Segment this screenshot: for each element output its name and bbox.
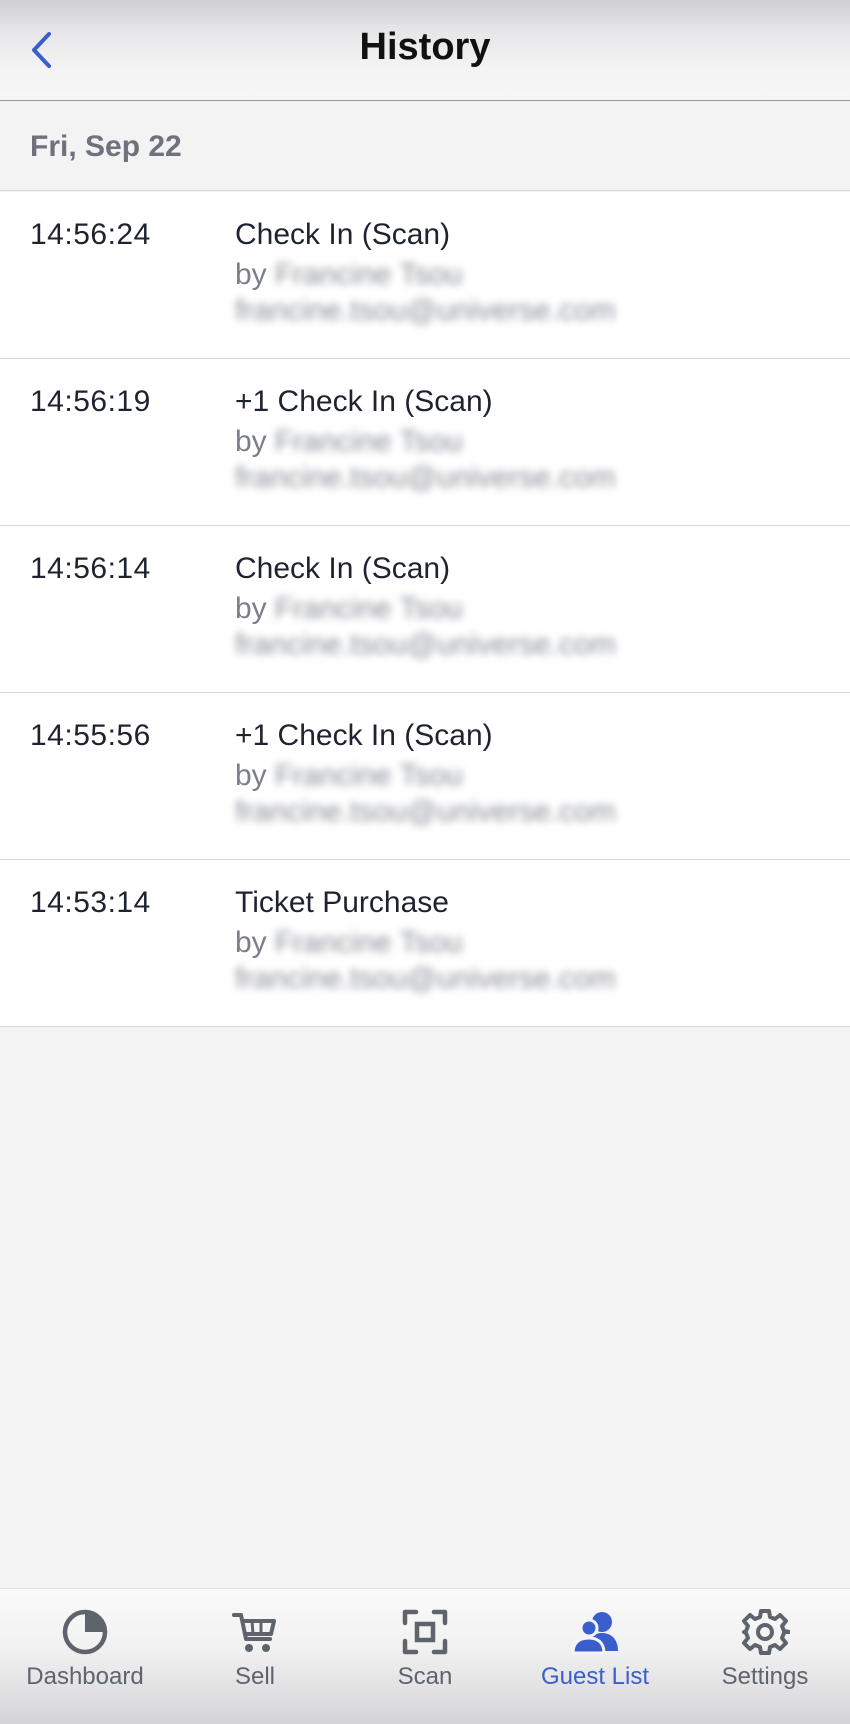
date-section-header: Fri, Sep 22 bbox=[0, 102, 850, 191]
history-by: by Francine Tsou bbox=[235, 258, 463, 292]
history-row: 14:56:14 Check In (Scan) by Francine Tsou… bbox=[0, 526, 850, 693]
history-list: 14:56:24 Check In (Scan) by Francine Tsou… bbox=[0, 192, 850, 1027]
tab-sell[interactable]: Sell bbox=[170, 1607, 340, 1707]
history-action: Check In (Scan) bbox=[235, 218, 451, 251]
by-label: by bbox=[235, 759, 267, 792]
user-name: Francine Tsou bbox=[274, 258, 463, 291]
by-label: by bbox=[235, 592, 267, 625]
tab-label: Settings bbox=[721, 1663, 809, 1690]
by-label: by bbox=[235, 425, 267, 458]
guests-icon bbox=[571, 1612, 618, 1655]
page-title: History bbox=[359, 26, 491, 68]
tab-label: Dashboard bbox=[26, 1663, 144, 1690]
tab-label: Sell bbox=[234, 1663, 276, 1690]
nav-header: History bbox=[0, 0, 850, 101]
cart-icon bbox=[232, 1613, 276, 1652]
user-email: francine.tsou@universe.com bbox=[235, 795, 616, 828]
user-name: Francine Tsou bbox=[274, 425, 463, 458]
history-time: 14:55:56 bbox=[30, 719, 151, 752]
history-time: 14:56:19 bbox=[30, 385, 151, 418]
tab-dashboard[interactable]: Dashboard bbox=[0, 1607, 170, 1707]
history-time: 14:56:24 bbox=[30, 218, 151, 251]
tab-bar: Dashboard Sell Scan Guest List Settings bbox=[0, 1588, 850, 1724]
pie-chart-icon bbox=[62, 1609, 108, 1655]
history-by: by Francine Tsou bbox=[235, 759, 463, 793]
user-email: francine.tsou@universe.com bbox=[235, 461, 616, 494]
history-action: +1 Check In (Scan) bbox=[235, 385, 493, 418]
history-by: by Francine Tsou bbox=[235, 425, 463, 459]
tab-label: Scan bbox=[397, 1663, 453, 1690]
tab-scan[interactable]: Scan bbox=[340, 1607, 510, 1707]
user-name: Francine Tsou bbox=[274, 926, 463, 959]
tab-label: Guest List bbox=[540, 1663, 650, 1690]
history-time: 14:56:14 bbox=[30, 552, 151, 585]
history-by: by Francine Tsou bbox=[235, 926, 463, 960]
by-label: by bbox=[235, 926, 267, 959]
history-row: 14:55:56 +1 Check In (Scan) by Francine T… bbox=[0, 693, 850, 860]
history-row: 14:56:19 +1 Check In (Scan) by Francine T… bbox=[0, 359, 850, 526]
user-email: francine.tsou@universe.com bbox=[235, 628, 616, 661]
section-date: Fri, Sep 22 bbox=[30, 130, 182, 163]
tab-guest-list[interactable]: Guest List bbox=[510, 1607, 680, 1707]
user-name: Francine Tsou bbox=[274, 759, 463, 792]
history-action: Check In (Scan) bbox=[235, 552, 451, 585]
history-time: 14:53:14 bbox=[30, 886, 151, 919]
history-screen: History Fri, Sep 22 14:56:24 Check In (S… bbox=[0, 0, 850, 1724]
scan-icon bbox=[402, 1609, 448, 1655]
history-row: 14:56:24 Check In (Scan) by Francine Tsou… bbox=[0, 192, 850, 359]
history-row: 14:53:14 Ticket Purchase by Francine Tsou… bbox=[0, 860, 850, 1027]
by-label: by bbox=[235, 258, 267, 291]
gear-icon bbox=[742, 1609, 790, 1655]
tab-settings[interactable]: Settings bbox=[680, 1607, 850, 1707]
user-email: francine.tsou@universe.com bbox=[235, 294, 616, 327]
user-email: francine.tsou@universe.com bbox=[235, 962, 616, 995]
history-action: +1 Check In (Scan) bbox=[235, 719, 493, 752]
user-name: Francine Tsou bbox=[274, 592, 463, 625]
history-by: by Francine Tsou bbox=[235, 592, 463, 626]
history-action: Ticket Purchase bbox=[235, 886, 449, 919]
